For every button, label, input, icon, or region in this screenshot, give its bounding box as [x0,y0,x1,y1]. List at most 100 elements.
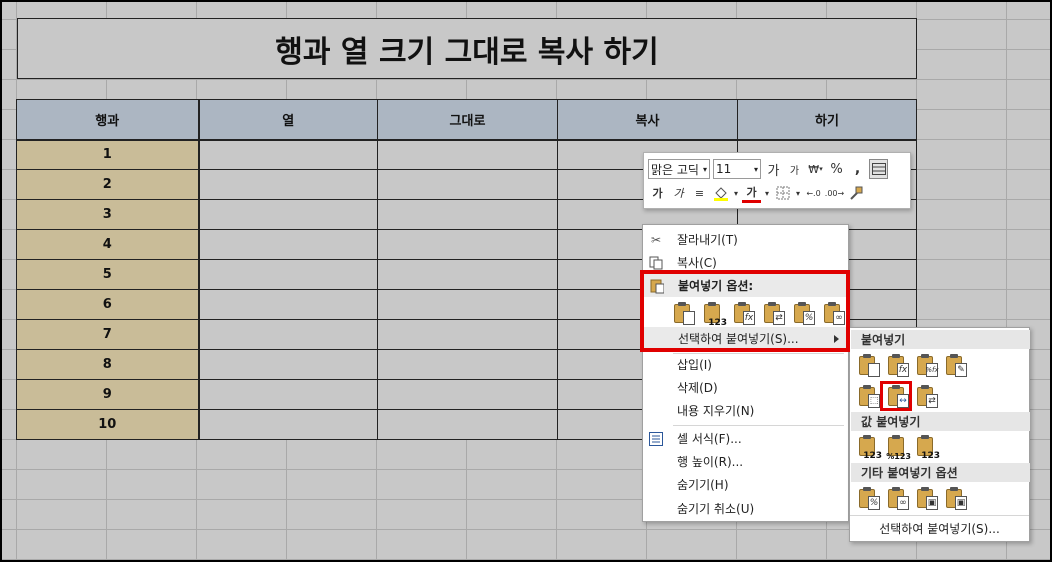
cell[interactable] [377,379,558,410]
menu-item-hide[interactable]: 숨기기(H) [643,473,848,496]
cell[interactable] [377,169,558,200]
cell[interactable] [377,349,558,380]
paste-button[interactable] [858,353,880,377]
cell[interactable] [377,139,558,170]
paste-values-button[interactable]: 123 [703,301,727,328]
paste-keep-source-format-button[interactable]: ✎ [945,353,967,377]
column-header[interactable]: 행과 [16,99,200,141]
cell[interactable] [198,229,378,260]
menu-item-paste-special[interactable]: 선택하여 붙여넣기(S)... [644,327,847,350]
paste-picture-button[interactable]: ▣ [916,486,938,510]
menu-item-unhide[interactable]: 숨기기 취소(U) [643,497,848,520]
currency-format-button[interactable]: ₩ ▾ [806,159,825,179]
cell[interactable] [377,289,558,320]
cell[interactable] [198,199,378,230]
align-center-button[interactable]: ≡ [690,183,709,203]
menu-item-label: 잘라내기(T) [677,233,738,247]
menu-item-cut[interactable]: ✂ 잘라내기(T) [643,228,848,251]
paste-link-button[interactable]: ∞ [887,486,909,510]
menu-item-copy[interactable]: 복사(C) [643,251,848,274]
menu-item-row-height[interactable]: 행 높이(R)... [643,450,848,473]
font-color-button[interactable]: 가 [742,183,761,203]
menu-item-delete[interactable]: 삭제(D) [643,376,848,399]
chevron-down-icon[interactable]: ▾ [763,183,771,203]
row-label[interactable]: 3 [16,199,200,230]
menu-item-label: 셀 서식(F)... [677,432,742,446]
paste-linked-picture-button[interactable]: ▣ [945,486,967,510]
comma-format-button[interactable]: , [848,159,867,179]
row-label[interactable]: 1 [16,139,200,170]
paste-formulas-button[interactable]: fx [887,353,909,377]
column-header[interactable]: 그대로 [377,99,558,141]
menu-item-label: 선택하여 붙여넣기(S)... [678,332,799,346]
paste-formulas-button[interactable]: fx [733,301,755,325]
cell[interactable] [198,409,378,440]
row-label[interactable]: 9 [16,379,200,410]
cell[interactable] [198,349,378,380]
cell[interactable] [198,139,378,170]
column-header[interactable]: 열 [198,99,378,141]
font-size-select[interactable]: 11 ▾ [713,159,761,179]
fill-color-button[interactable] [711,183,730,203]
cell[interactable] [198,169,378,200]
submenu-paste-special-link[interactable]: 선택하여 붙여넣기(S)... [850,515,1029,541]
format-painter-button[interactable] [846,183,865,203]
font-name-select[interactable]: 맑은 고딕 ▾ [648,159,710,179]
chevron-down-icon[interactable]: ▾ [732,183,740,203]
paste-transpose-button[interactable]: ⇄ [916,384,938,408]
paste-icon [649,278,665,294]
menu-item-clear-contents[interactable]: 내용 지우기(N) [643,399,848,422]
paste-keep-column-widths-button[interactable]: ↔ [887,384,909,408]
copy-icon [648,255,664,271]
chevron-down-icon[interactable]: ▾ [794,183,802,203]
paste-no-borders-button[interactable]: ⬚ [858,384,880,408]
paste-formatting-button[interactable]: % [858,486,880,510]
column-header[interactable]: 하기 [737,99,917,141]
paste-transpose-button[interactable]: ⇄ [763,301,785,325]
menu-item-insert[interactable]: 삽입(I) [643,353,848,376]
fill-bucket-icon [713,187,728,201]
paste-special-submenu: 붙여넣기 fx %fx ✎ ⬚ ↔ ⇄ 값 붙여넣기 123 %123 123 … [849,327,1030,542]
column-header[interactable]: 복사 [557,99,738,141]
decrease-decimal-button[interactable]: .00→ [825,183,844,203]
paste-formulas-number-format-button[interactable]: %fx [916,353,939,377]
format-table-button[interactable] [869,159,888,179]
borders-button[interactable] [773,183,792,203]
increase-decimal-button[interactable]: ←.0 [804,183,823,203]
menu-item-label: 내용 지우기(N) [677,404,755,418]
menu-item-format-cells[interactable]: 셀 서식(F)... [643,427,848,450]
table-icon [871,163,886,175]
cell[interactable] [377,409,558,440]
cell[interactable] [377,199,558,230]
row-label[interactable]: 4 [16,229,200,260]
row-label[interactable]: 8 [16,349,200,380]
row-label[interactable]: 5 [16,259,200,290]
row-label[interactable]: 6 [16,289,200,320]
italic-button[interactable]: 가 [669,183,688,203]
paste-values-number-format-button[interactable]: %123 [886,434,911,461]
decrease-font-button[interactable]: 가 [785,159,804,179]
row-label[interactable]: 2 [16,169,200,200]
bold-button[interactable]: 가 [648,183,667,203]
cell[interactable] [377,229,558,260]
row-label[interactable]: 7 [16,319,200,350]
currency-icon: ₩ [808,162,820,176]
paste-button[interactable] [673,301,695,325]
cell[interactable] [198,379,378,410]
increase-font-button[interactable]: 가 [764,159,783,179]
paste-values-source-format-button[interactable]: 123 [916,434,940,461]
paste-link-button[interactable]: ∞ [823,301,845,325]
cell[interactable] [198,319,378,350]
submenu-paste-row: fx %fx ✎ [858,353,974,377]
paste-values-button[interactable]: 123 [858,434,882,461]
cell[interactable] [377,259,558,290]
percent-format-button[interactable]: % [827,159,846,179]
menu-item-label: 복사(C) [677,256,717,270]
border-icon [776,186,789,200]
format-cells-icon [648,431,664,447]
cell[interactable] [377,319,558,350]
cell[interactable] [198,289,378,320]
row-label[interactable]: 10 [16,409,200,440]
paste-formatting-button[interactable]: % [793,301,815,325]
cell[interactable] [198,259,378,290]
